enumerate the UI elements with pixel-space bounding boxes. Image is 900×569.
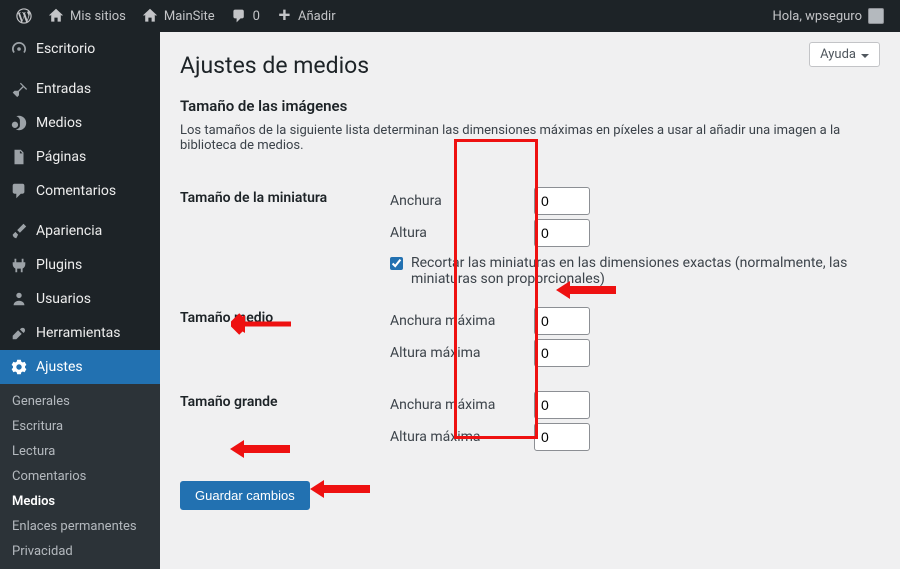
- large-width-label: Anchura máxima: [390, 397, 520, 413]
- tools-icon: [10, 324, 28, 342]
- plus-icon: [276, 8, 292, 24]
- medium-width-input[interactable]: [534, 307, 590, 335]
- medium-height-label: Altura máxima: [390, 345, 520, 361]
- account-link[interactable]: Hola, wpseguro: [764, 0, 892, 32]
- section-heading: Tamaño de las imágenes: [180, 97, 880, 115]
- menu-dashboard[interactable]: Escritorio: [0, 32, 160, 66]
- thumb-crop-label: Recortar las miniaturas en las dimension…: [411, 255, 870, 287]
- comment-icon: [10, 182, 28, 200]
- plugin-icon: [10, 256, 28, 274]
- sub-writing[interactable]: Escritura: [0, 414, 160, 439]
- help-label: Ayuda: [820, 47, 856, 62]
- media-icon: [10, 114, 28, 132]
- menu-appearance[interactable]: Apariencia: [0, 214, 160, 248]
- thumb-width-label: Anchura: [390, 193, 520, 209]
- menu-comments[interactable]: Comentarios: [0, 174, 160, 208]
- sub-permalinks[interactable]: Enlaces permanentes: [0, 514, 160, 539]
- menu-pages[interactable]: Páginas: [0, 140, 160, 174]
- thumb-height-input[interactable]: [534, 219, 590, 247]
- page-title: Ajustes de medios: [180, 52, 880, 79]
- menu-settings[interactable]: Ajustes: [0, 350, 160, 384]
- medium-width-label: Anchura máxima: [390, 313, 520, 329]
- comment-icon: [231, 8, 247, 24]
- large-height-label: Altura máxima: [390, 429, 520, 445]
- dashboard-icon: [10, 40, 28, 58]
- annotation-arrow: [230, 437, 290, 461]
- page-icon: [10, 148, 28, 166]
- wordpress-icon: [16, 8, 32, 24]
- avatar-icon: [868, 8, 884, 24]
- annotation-arrow: [556, 278, 616, 302]
- chevron-down-icon: [861, 54, 869, 62]
- site-name-link[interactable]: MainSite: [134, 0, 223, 32]
- thumb-height-label: Altura: [390, 225, 520, 241]
- greeting-label: Hola, wpseguro: [772, 9, 862, 24]
- help-tab[interactable]: Ayuda: [809, 42, 880, 67]
- content-area: Ayuda Ajustes de medios Tamaño de las im…: [160, 32, 900, 516]
- medium-label: Tamaño medio: [180, 295, 380, 379]
- home-icon: [48, 8, 64, 24]
- section-desc: Los tamaños de la siguiente lista determ…: [180, 123, 880, 153]
- sub-media[interactable]: Medios: [0, 489, 160, 514]
- brush-icon: [10, 222, 28, 240]
- my-sites-link[interactable]: Mis sitios: [40, 0, 134, 32]
- large-width-input[interactable]: [534, 391, 590, 419]
- menu-posts[interactable]: Entradas: [0, 72, 160, 106]
- menu-plugins[interactable]: Plugins: [0, 248, 160, 282]
- add-new-link[interactable]: Añadir: [268, 0, 344, 32]
- admin-bar: Mis sitios MainSite 0 Añadir Hola, wpseg…: [0, 0, 900, 32]
- pin-icon: [10, 80, 28, 98]
- home-icon: [142, 8, 158, 24]
- thumb-width-input[interactable]: [534, 187, 590, 215]
- thumb-crop-checkbox[interactable]: [390, 257, 403, 270]
- menu-media[interactable]: Medios: [0, 106, 160, 140]
- users-icon: [10, 290, 28, 308]
- menu-users[interactable]: Usuarios: [0, 282, 160, 316]
- sub-general[interactable]: Generales: [0, 389, 160, 414]
- thumbnail-label: Tamaño de la miniatura: [180, 175, 380, 295]
- site-name-label: MainSite: [164, 9, 215, 24]
- sub-discussion[interactable]: Comentarios: [0, 464, 160, 489]
- my-sites-label: Mis sitios: [70, 9, 126, 24]
- menu-tools[interactable]: Herramientas: [0, 316, 160, 350]
- admin-sidebar: Escritorio Entradas Medios Páginas Comen…: [0, 32, 160, 516]
- medium-height-input[interactable]: [534, 339, 590, 367]
- large-height-input[interactable]: [534, 423, 590, 451]
- save-button[interactable]: Guardar cambios: [180, 481, 310, 510]
- comments-link[interactable]: 0: [223, 0, 268, 32]
- settings-submenu: Generales Escritura Lectura Comentarios …: [0, 384, 160, 569]
- wp-logo[interactable]: [8, 0, 40, 32]
- annotation-arrow: [310, 477, 370, 501]
- add-new-label: Añadir: [298, 9, 336, 24]
- sub-reading[interactable]: Lectura: [0, 439, 160, 464]
- comments-count: 0: [253, 9, 260, 24]
- sub-privacy[interactable]: Privacidad: [0, 539, 160, 564]
- annotation-arrow: [231, 312, 291, 336]
- settings-icon: [10, 358, 28, 376]
